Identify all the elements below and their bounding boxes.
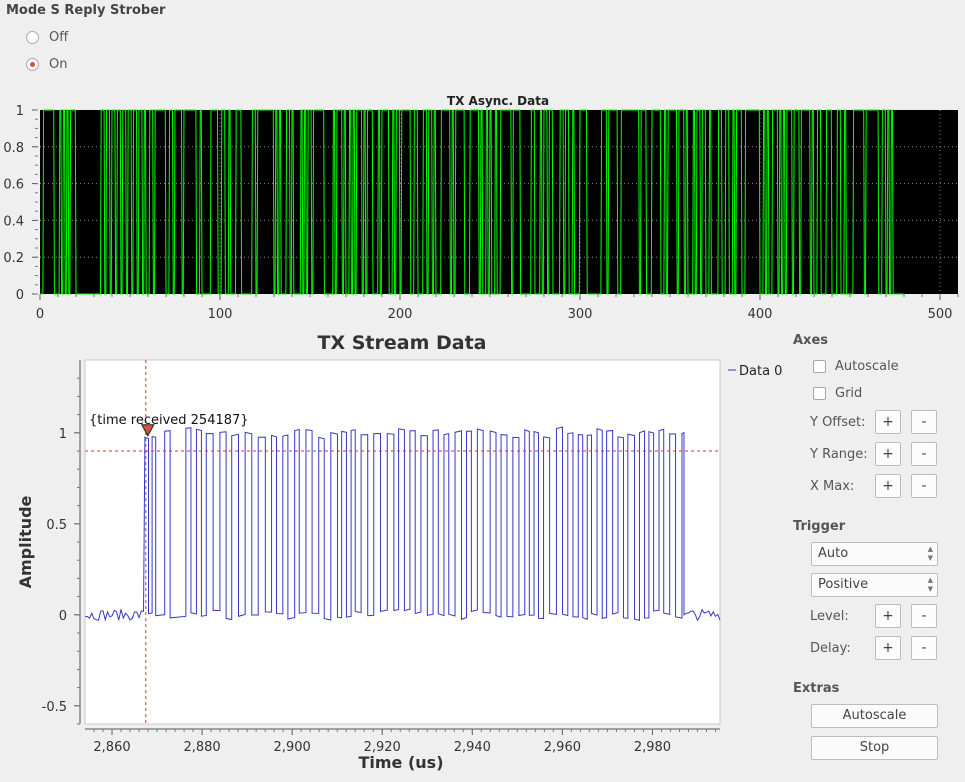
stream-x-axis: 2,860 2,880 2,900 2,920 2,940 2,960 2,980 xyxy=(93,729,716,755)
axes-section-title: Axes xyxy=(793,333,829,348)
stream-plot-title: TX Stream Data xyxy=(318,332,487,354)
radio-off-label: Off xyxy=(49,29,69,45)
grid-checkbox[interactable]: Grid xyxy=(813,386,862,401)
x-axis-label: Time (us) xyxy=(358,753,443,772)
stream-y-tick-label: 1 xyxy=(59,427,67,442)
async-x-tick-label: 300 xyxy=(568,307,593,322)
stream-x-tick-label: 2,880 xyxy=(183,740,220,755)
async-y-tick-label: 0 xyxy=(16,288,24,303)
y-range-minus-button[interactable]: - xyxy=(911,442,937,466)
autoscale-checkbox[interactable]: Autoscale xyxy=(813,359,899,374)
stream-x-tick-label: 2,960 xyxy=(544,740,581,755)
delay-minus-button[interactable]: - xyxy=(911,636,937,660)
x-max-label: X Max: xyxy=(810,479,855,494)
stream-x-tick-label: 2,860 xyxy=(93,740,130,755)
y-range-plus-button[interactable]: + xyxy=(875,442,901,466)
y-axis-label: Amplitude xyxy=(16,495,35,588)
delay-plus-button[interactable]: + xyxy=(875,636,901,660)
autoscale-checkbox-label: Autoscale xyxy=(835,359,899,374)
stream-x-tick-label: 2,980 xyxy=(634,740,671,755)
radio-on-label: On xyxy=(49,56,68,72)
spin-arrows-icon: ▲ ▼ xyxy=(927,576,933,593)
async-x-tick-label: 500 xyxy=(928,307,953,322)
trigger-mode-value: Auto xyxy=(818,546,849,561)
async-x-tick-label: 400 xyxy=(748,307,773,322)
async-y-tick-label: 0.4 xyxy=(3,214,24,229)
y-offset-label: Y Offset: xyxy=(810,415,866,430)
trigger-slope-select[interactable]: Positive ▲ ▼ xyxy=(811,573,938,597)
level-minus-button[interactable]: - xyxy=(911,604,937,628)
radio-off[interactable]: Off xyxy=(26,27,68,47)
async-x-tick-label: 100 xyxy=(208,307,233,322)
stream-y-tick-label: 0.5 xyxy=(46,518,67,533)
legend-label[interactable]: Data 0 xyxy=(739,364,782,379)
async-y-tick-label: 0.2 xyxy=(3,251,24,266)
tag-label: {time received 254187} xyxy=(89,413,249,428)
autoscale-checkbox-box[interactable] xyxy=(813,360,826,373)
stream-y-tick-label: -0.5 xyxy=(42,700,67,715)
async-plot: TX Async. Data 1 0.8 0.6 0.4 0.2 0 0 100 200 300… xyxy=(3,94,959,322)
x-max-plus-button[interactable]: + xyxy=(875,474,901,498)
trigger-section-title: Trigger xyxy=(793,519,846,534)
extras-section-title: Extras xyxy=(793,681,840,696)
stream-x-tick-label: 2,900 xyxy=(274,740,311,755)
delay-label: Delay: xyxy=(810,641,851,656)
y-range-label: Y Range: xyxy=(810,447,868,462)
async-y-tick-label: 0.8 xyxy=(3,141,24,156)
y-offset-plus-button[interactable]: + xyxy=(875,410,901,434)
autoscale-button[interactable]: Autoscale xyxy=(811,704,938,728)
trigger-mode-select[interactable]: Auto ▲ ▼ xyxy=(811,542,938,566)
y-offset-minus-button[interactable]: - xyxy=(911,410,937,434)
grid-checkbox-label: Grid xyxy=(835,386,863,401)
stream-y-tick-label: 0 xyxy=(59,609,67,624)
async-y-tick-label: 1 xyxy=(16,104,24,119)
trigger-slope-value: Positive xyxy=(818,577,869,592)
radio-off-indicator[interactable] xyxy=(26,30,39,44)
stream-y-axis: 1 0.5 0 -0.5 xyxy=(42,377,80,725)
strober-title: Mode S Reply Strober xyxy=(6,3,166,18)
level-label: Level: xyxy=(810,609,849,624)
stream-x-tick-label: 2,940 xyxy=(454,740,491,755)
stop-button[interactable]: Stop xyxy=(811,736,938,760)
async-y-axis: 1 0.8 0.6 0.4 0.2 0 xyxy=(3,104,38,303)
async-y-tick-label: 0.6 xyxy=(3,178,24,193)
level-plus-button[interactable]: + xyxy=(875,604,901,628)
grid-checkbox-box[interactable] xyxy=(813,387,826,400)
radio-on-indicator[interactable] xyxy=(26,57,39,71)
stream-plot: TX Stream Data 1 0.5 0 -0.5 2,860 2,880 2,900… xyxy=(16,332,782,772)
x-max-minus-button[interactable]: - xyxy=(911,474,937,498)
async-plot-title: TX Async. Data xyxy=(447,94,549,108)
async-x-tick-label: 200 xyxy=(388,307,413,322)
spin-arrows-icon: ▲ ▼ xyxy=(927,545,933,562)
async-x-axis: 0 100 200 300 400 500 xyxy=(36,294,959,322)
radio-on[interactable]: On xyxy=(26,54,67,74)
async-x-tick-label: 0 xyxy=(36,307,44,322)
